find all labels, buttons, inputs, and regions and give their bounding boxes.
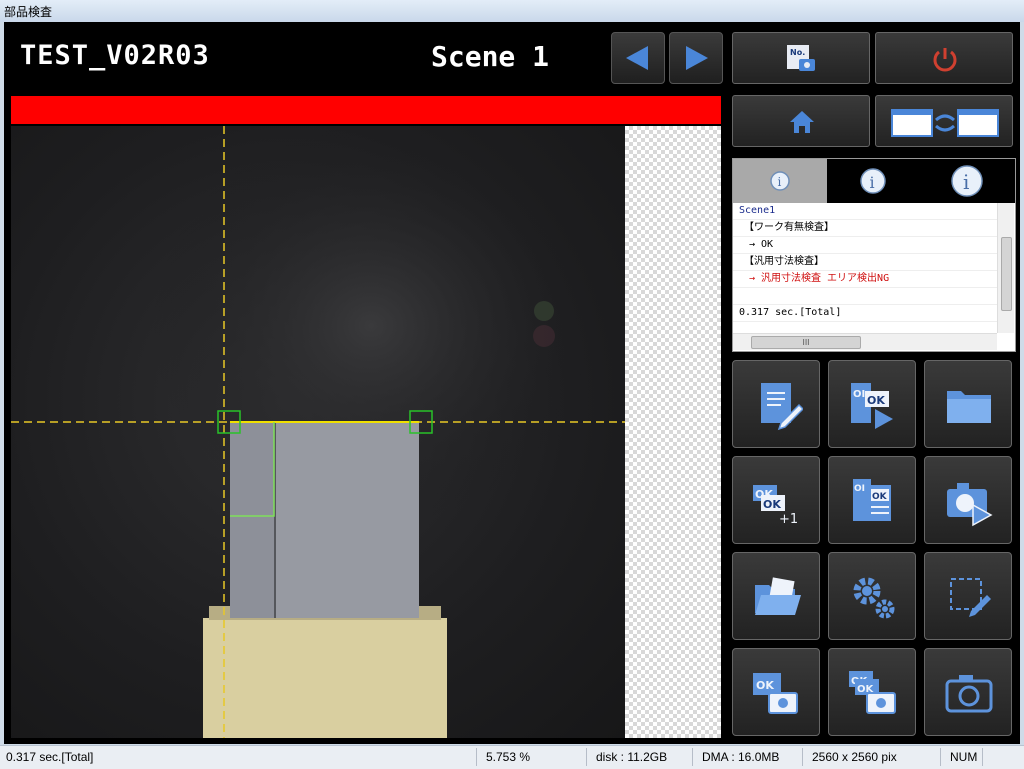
open-folder-icon xyxy=(755,577,801,615)
svg-text:i: i xyxy=(963,170,969,194)
info-icon: i xyxy=(860,168,886,194)
layout-switch-icon xyxy=(891,109,999,137)
info-icon: i xyxy=(951,165,983,197)
ok-plus-one-button[interactable]: OK OK +1 xyxy=(732,456,820,544)
status-num: NUM xyxy=(950,750,978,764)
camera-play-button[interactable] xyxy=(924,456,1012,544)
edit-flow-icon xyxy=(761,383,803,431)
open-folder-button[interactable] xyxy=(732,552,820,640)
app-main: TEST_V02R03 Scene 1 No. i i i Scene1 【ワー… xyxy=(4,22,1020,744)
info-tabs: i i i xyxy=(733,159,1015,203)
judgement-bar xyxy=(11,96,721,124)
svg-text:No.: No. xyxy=(790,48,805,57)
status-zoom: 5.753 % xyxy=(486,750,531,764)
svg-text:OK: OK xyxy=(756,679,774,692)
svg-text:OI: OI xyxy=(853,389,865,400)
camera-image-view[interactable] xyxy=(11,126,721,738)
info-panel: i i i Scene1 【ワーク有無検査】 → OK 【汎用寸法検査】 → 汎… xyxy=(732,158,1016,352)
ok-camera-button[interactable]: OK xyxy=(732,648,820,736)
svg-text:OK: OK xyxy=(867,394,885,407)
log-vertical-scrollbar[interactable] xyxy=(997,203,1014,333)
ok-run-button[interactable]: OI OK xyxy=(828,360,916,448)
result-log: Scene1 【ワーク有無検査】 → OK 【汎用寸法検査】 → 汎用寸法検査 … xyxy=(733,203,997,333)
camera-play-icon xyxy=(947,483,993,527)
ok-run-icon: OI OK xyxy=(851,383,893,429)
power-icon xyxy=(933,48,957,72)
log-horizontal-scrollbar[interactable]: III xyxy=(733,333,997,350)
folder-button[interactable] xyxy=(924,360,1012,448)
status-disk: disk : 11.2GB xyxy=(596,750,668,764)
edit-flow-button[interactable] xyxy=(732,360,820,448)
ok-list-icon: OI OK xyxy=(853,479,891,521)
status-dma: DMA : 16.0MB xyxy=(702,750,780,764)
camera-image xyxy=(11,126,625,738)
header: TEST_V02R03 Scene 1 xyxy=(4,22,725,92)
ok-multi-camera-icon: OKOK xyxy=(849,671,896,714)
power-button[interactable] xyxy=(875,32,1013,84)
status-total-time: 0.317 sec.[Total] xyxy=(6,750,94,764)
home-icon xyxy=(790,111,814,133)
ok-list-button[interactable]: OI OK xyxy=(828,456,916,544)
right-arrow-icon xyxy=(686,46,708,70)
camera-button[interactable] xyxy=(924,648,1012,736)
window-titlebar: 部品検査 xyxy=(0,0,1024,22)
log-line: → 汎用寸法検査 エリア検出NG xyxy=(733,271,997,288)
info-tab-1[interactable]: i xyxy=(733,159,827,203)
camera-icon xyxy=(945,675,993,713)
settings-gears-button[interactable] xyxy=(828,552,916,640)
inspection-overlay xyxy=(11,126,625,738)
log-line: → OK xyxy=(733,237,997,254)
folder-icon xyxy=(947,391,991,423)
status-resolution: 2560 x 2560 pix xyxy=(812,750,897,764)
settings-gears-icon xyxy=(853,577,895,619)
ok-camera-icon: OK xyxy=(753,673,798,714)
svg-text:OK: OK xyxy=(872,492,888,502)
scroll-thumb[interactable] xyxy=(1001,237,1012,311)
ok-plus-one-icon: OKOK+1 xyxy=(753,485,798,527)
log-line: 0.317 sec.[Total] xyxy=(733,305,997,322)
svg-text:i: i xyxy=(778,175,782,189)
scene-number-button[interactable]: No. xyxy=(732,32,870,84)
scroll-thumb[interactable]: III xyxy=(751,336,861,349)
log-line: 【汎用寸法検査】 xyxy=(733,254,997,271)
scene-label: Scene 1 xyxy=(431,40,550,73)
svg-text:+1: +1 xyxy=(779,512,798,527)
log-line: 【ワーク有無検査】 xyxy=(733,220,997,237)
image-out-of-range-area xyxy=(625,126,721,738)
info-icon: i xyxy=(770,171,790,191)
window-title: 部品検査 xyxy=(4,5,53,19)
svg-text:i: i xyxy=(870,173,875,192)
home-button[interactable] xyxy=(732,95,870,147)
log-line xyxy=(733,288,997,305)
project-name: TEST_V02R03 xyxy=(20,40,210,71)
roi-edit-button[interactable] xyxy=(924,552,1012,640)
info-tab-3[interactable]: i xyxy=(921,159,1015,203)
ok-multi-camera-button[interactable]: OKOK xyxy=(828,648,916,736)
scene-number-camera-icon: No. xyxy=(787,45,815,71)
next-scene-button[interactable] xyxy=(669,32,723,84)
left-arrow-icon xyxy=(626,46,648,70)
svg-text:OK: OK xyxy=(763,498,781,511)
prev-scene-button[interactable] xyxy=(611,32,665,84)
status-bar: 0.317 sec.[Total] 5.753 % disk : 11.2GB … xyxy=(0,745,1024,769)
info-tab-2[interactable]: i xyxy=(827,159,921,203)
svg-text:OI: OI xyxy=(854,484,865,494)
layout-switch-button[interactable] xyxy=(875,95,1013,147)
roi-edit-icon xyxy=(950,578,991,617)
log-line: Scene1 xyxy=(733,203,997,220)
